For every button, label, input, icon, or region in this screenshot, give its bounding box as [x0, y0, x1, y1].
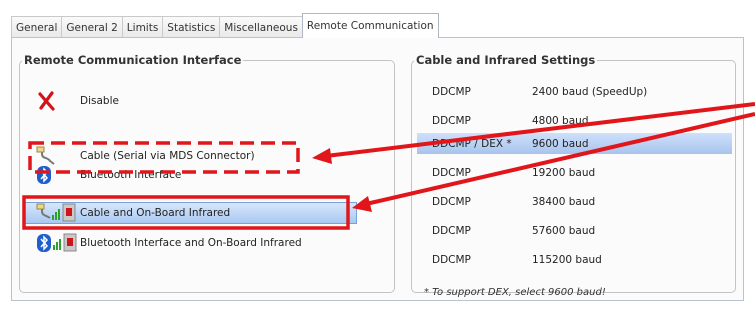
arrow-head-1 — [312, 148, 332, 164]
arrow-head-2 — [352, 196, 372, 212]
tab-remote-communication[interactable]: Remote Communication — [301, 13, 439, 38]
solid-highlight-box — [22, 195, 350, 230]
dashed-highlight-box — [28, 141, 300, 174]
annotation-overlay — [22, 102, 755, 230]
